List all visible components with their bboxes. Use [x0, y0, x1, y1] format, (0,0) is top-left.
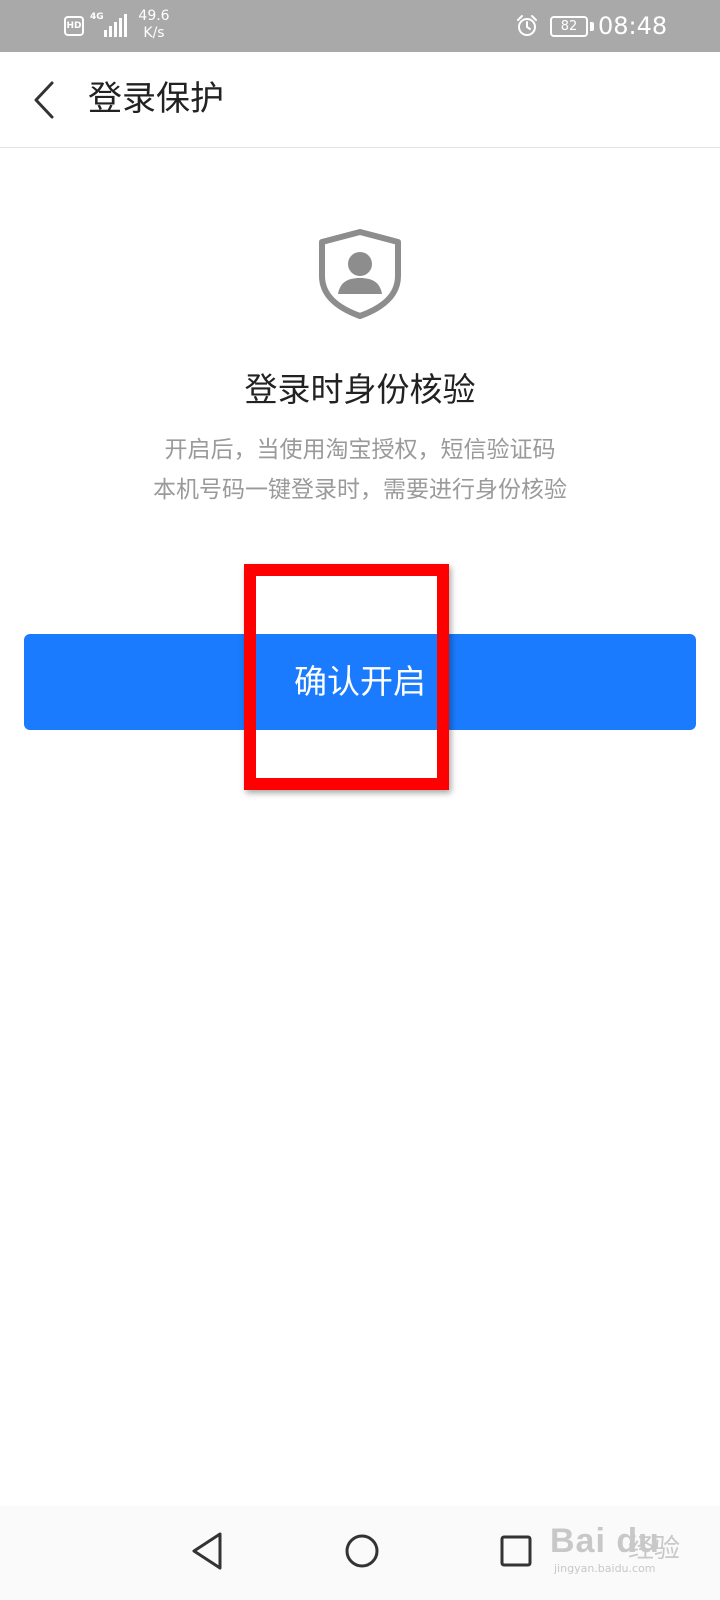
alarm-clock-icon	[517, 15, 537, 36]
status-bar: HD 4G 49.6 K/s 82 08:48	[0, 0, 720, 52]
network-speed-unit: K/s	[143, 25, 165, 41]
nav-recent-apps-square-icon[interactable]	[496, 1531, 536, 1571]
confirm-enable-button[interactable]: 确认开启	[24, 634, 696, 730]
signal-strength-icon	[104, 14, 127, 37]
battery-level: 82	[550, 16, 588, 37]
watermark-suffix: 经验	[628, 1534, 681, 1564]
feature-title: 登录时身份核验	[244, 370, 476, 409]
feature-description-line-1: 开启后，当使用淘宝授权，短信验证码	[164, 437, 556, 463]
page-title: 登录保护	[88, 79, 224, 119]
nav-home-circle-icon[interactable]	[340, 1529, 384, 1573]
feature-description-line-2: 本机号码一键登录时，需要进行身份核验	[153, 477, 567, 503]
watermark-url: jingyan.baidu.com	[554, 1562, 656, 1575]
network-type-label: 4G	[90, 12, 104, 22]
shield-user-icon	[319, 229, 401, 319]
status-time: 08:48	[598, 12, 668, 40]
network-speed: 49.6 K/s	[136, 8, 172, 42]
hd-voice-badge: HD	[64, 16, 84, 36]
nav-back-triangle-icon[interactable]	[186, 1528, 228, 1574]
baidu-jingyan-watermark: Bai du 经验 jingyan.baidu.com	[550, 1518, 710, 1580]
battery-tip	[590, 22, 594, 31]
app-header: 登录保护	[0, 52, 720, 148]
network-speed-value: 49.6	[138, 8, 170, 24]
back-arrow-icon[interactable]	[22, 72, 78, 128]
